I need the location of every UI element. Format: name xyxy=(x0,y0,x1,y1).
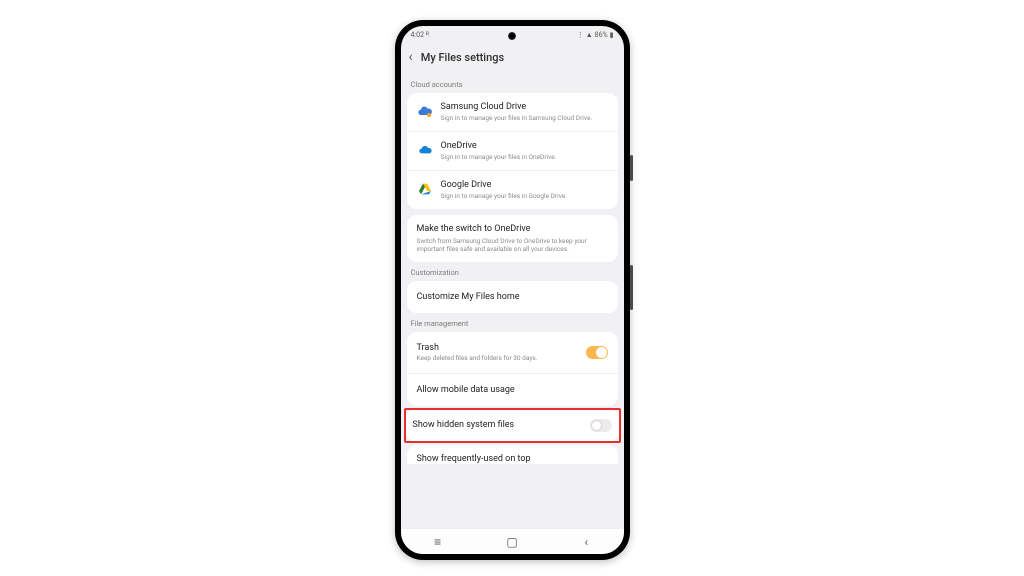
trash-sub: Keep deleted files and folders for 30 da… xyxy=(417,354,580,362)
cloud-accounts-card: Samsung Cloud Drive Sign in to manage yo… xyxy=(407,93,618,209)
cloud-row-sub: Sign in to manage your files in Samsung … xyxy=(441,114,608,122)
screen: 4:02 ᴿ ⋮ ▲ 86% ▮ ‹ My Files settings Clo… xyxy=(401,26,624,554)
onedrive-promo[interactable]: Make the switch to OneDrive Switch from … xyxy=(407,215,618,262)
filemgmt-card: Trash Keep deleted files and folders for… xyxy=(407,332,618,406)
promo-sub: Switch from Samsung Cloud Drive to OneDr… xyxy=(417,237,608,253)
page-title: My Files settings xyxy=(421,51,504,64)
trash-toggle[interactable] xyxy=(586,346,608,359)
status-time-suffix: ᴿ xyxy=(426,31,429,39)
customize-home-label: Customize My Files home xyxy=(417,292,608,302)
trash-title: Trash xyxy=(417,343,580,353)
wifi-icon: ⋮ xyxy=(577,31,584,39)
back-icon[interactable]: ‹ xyxy=(409,50,413,64)
battery-pct: 86% xyxy=(595,31,608,39)
cloud-row-title: Google Drive xyxy=(441,180,608,191)
back-button[interactable]: ‹ xyxy=(576,535,596,549)
customization-card: Customize My Files home xyxy=(407,281,618,313)
phone-frame: 4:02 ᴿ ⋮ ▲ 86% ▮ ‹ My Files settings Clo… xyxy=(395,20,630,560)
section-header-cloud: Cloud accounts xyxy=(401,74,624,93)
nav-bar: ≡ ▢ ‹ xyxy=(401,528,624,554)
battery-icon: ▮ xyxy=(610,31,614,39)
cloud-row-googledrive[interactable]: Google Drive Sign in to manage your file… xyxy=(407,171,618,209)
onedrive-icon xyxy=(417,142,433,158)
signal-icon: ▲ xyxy=(586,31,593,39)
allow-data-row[interactable]: Allow mobile data usage xyxy=(407,374,618,406)
cloud-row-sub: Sign in to manage your files in Google D… xyxy=(441,192,608,200)
app-bar: ‹ My Files settings xyxy=(401,44,624,74)
cloud-row-sub: Sign in to manage your files in OneDrive… xyxy=(441,153,608,161)
show-freq-row[interactable]: Show frequently-used on top xyxy=(407,445,618,464)
show-hidden-row[interactable]: Show hidden system files xyxy=(406,410,619,441)
section-header-customization: Customization xyxy=(401,262,624,281)
recents-button[interactable]: ≡ xyxy=(428,535,448,549)
side-button xyxy=(630,265,633,310)
show-freq-label: Show frequently-used on top xyxy=(417,454,531,464)
customize-home-row[interactable]: Customize My Files home xyxy=(407,281,618,313)
side-button xyxy=(630,155,633,181)
highlight-show-hidden: Show hidden system files xyxy=(404,408,621,443)
cloud-row-title: Samsung Cloud Drive xyxy=(441,102,608,113)
samsung-cloud-icon xyxy=(417,103,433,119)
home-button[interactable]: ▢ xyxy=(502,535,522,549)
status-time: 4:02 xyxy=(411,31,425,39)
show-hidden-toggle[interactable] xyxy=(590,419,612,432)
show-hidden-label: Show hidden system files xyxy=(413,420,584,430)
google-drive-icon xyxy=(417,181,433,197)
cloud-row-onedrive[interactable]: OneDrive Sign in to manage your files in… xyxy=(407,132,618,171)
camera-punch-hole xyxy=(508,32,516,40)
allow-data-label: Allow mobile data usage xyxy=(417,385,608,395)
cloud-row-samsung[interactable]: Samsung Cloud Drive Sign in to manage yo… xyxy=(407,93,618,132)
promo-title: Make the switch to OneDrive xyxy=(417,224,608,235)
content[interactable]: Cloud accounts Samsung Cloud Drive Sign … xyxy=(401,74,624,528)
trash-row[interactable]: Trash Keep deleted files and folders for… xyxy=(407,332,618,374)
section-header-filemgmt: File management xyxy=(401,313,624,332)
cloud-row-title: OneDrive xyxy=(441,141,608,152)
